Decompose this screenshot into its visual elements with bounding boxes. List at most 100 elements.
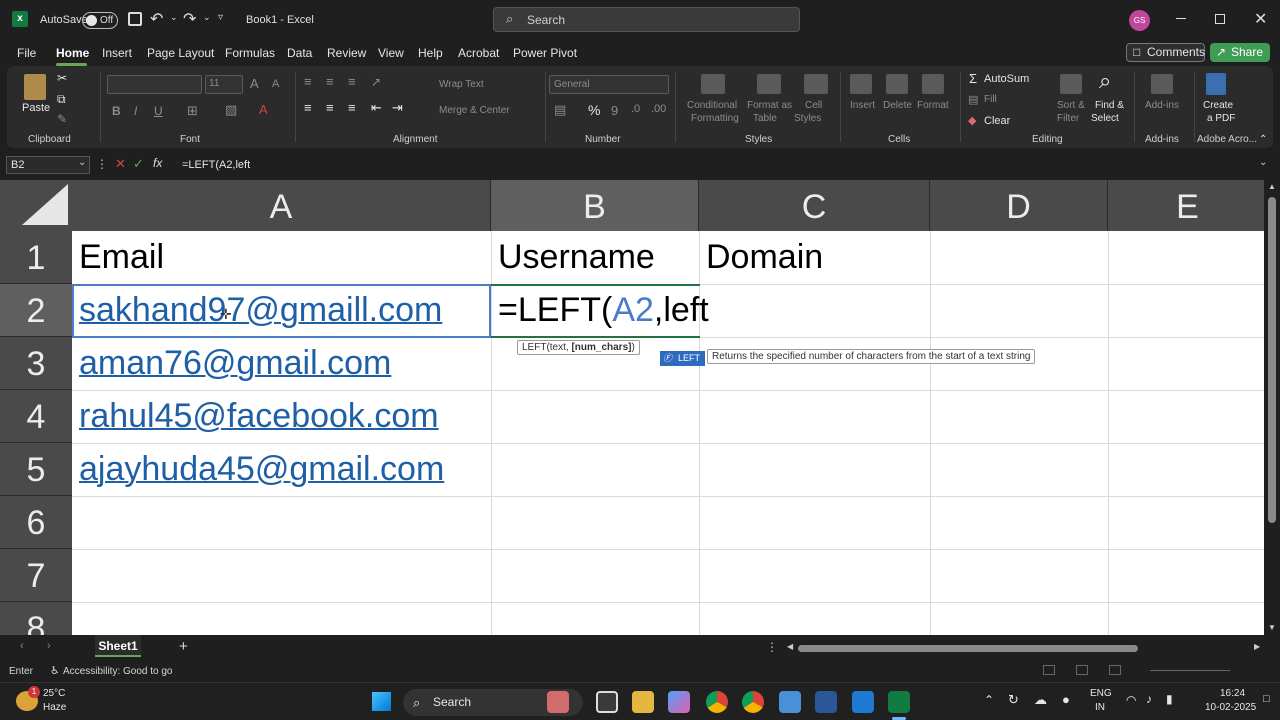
row-header-3[interactable]: 3 <box>0 337 72 390</box>
vscode-icon[interactable] <box>852 691 874 713</box>
format-cells-icon[interactable] <box>922 74 944 94</box>
redo-icon[interactable]: ↷ <box>183 9 196 29</box>
vertical-scroll-thumb[interactable] <box>1268 197 1276 523</box>
cell-a3[interactable]: aman76@gmail.com <box>72 337 391 390</box>
borders-icon[interactable]: ⊞ <box>187 103 198 119</box>
add-sheet-button[interactable]: + <box>179 638 188 655</box>
row-header-7[interactable]: 7 <box>0 549 72 602</box>
wifi-icon[interactable]: ◠ <box>1126 693 1136 707</box>
collapse-ribbon-icon[interactable]: ⌃ <box>1259 134 1267 145</box>
start-icon[interactable] <box>372 692 391 711</box>
fill-button[interactable]: Fill <box>984 94 997 105</box>
create-pdf-label2[interactable]: a PDF <box>1207 113 1235 124</box>
autocomplete-item[interactable]: Ⓕ LEFT <box>660 351 705 366</box>
eraser-icon[interactable]: ◆ <box>968 114 976 127</box>
prev-sheet-icon[interactable]: ‹ <box>20 640 24 652</box>
tab-file[interactable]: File <box>17 46 36 60</box>
clock-time[interactable]: 16:24 <box>1220 688 1245 699</box>
autosave-toggle[interactable]: Off <box>82 12 118 29</box>
search-highlight-icon[interactable] <box>547 691 569 713</box>
create-pdf-icon[interactable] <box>1206 73 1226 95</box>
tab-insert[interactable]: Insert <box>102 46 132 60</box>
bold-button[interactable]: B <box>112 104 121 118</box>
tab-data[interactable]: Data <box>287 46 312 60</box>
tab-home[interactable]: Home <box>56 46 89 60</box>
page-break-view-icon[interactable] <box>1109 665 1121 675</box>
tab-acrobat[interactable]: Acrobat <box>458 46 499 60</box>
row-header-5[interactable]: 5 <box>0 443 72 496</box>
currency-icon[interactable]: ▤ <box>554 102 566 118</box>
font-family-dropdown[interactable] <box>107 75 202 94</box>
cell-c1[interactable]: Domain <box>699 231 823 284</box>
row-header-4[interactable]: 4 <box>0 390 72 443</box>
cell-b2[interactable]: =LEFT(A2,left <box>491 284 709 337</box>
column-header-c[interactable]: C <box>699 180 930 231</box>
delete-cells-icon[interactable] <box>886 74 908 94</box>
comma-button[interactable]: 9 <box>611 103 618 118</box>
format-as-table-label[interactable]: Format as <box>747 100 792 111</box>
tab-page-layout[interactable]: Page Layout <box>147 46 214 60</box>
conditional-formatting-icon[interactable] <box>701 74 725 94</box>
tab-review[interactable]: Review <box>327 46 366 60</box>
vertical-scrollbar[interactable]: ▲ ▼ <box>1264 180 1280 635</box>
function-syntax-tooltip[interactable]: LEFT(text, [num_chars]) <box>517 340 640 355</box>
increase-font-icon[interactable]: A <box>250 76 259 91</box>
undo-icon[interactable]: ↶ <box>150 9 163 29</box>
conditional-formatting-label[interactable]: Conditional <box>687 100 737 111</box>
create-pdf-label[interactable]: Create <box>1203 100 1233 111</box>
avatar[interactable]: GS <box>1129 10 1150 31</box>
tray-cloud-icon[interactable]: ☁ <box>1034 692 1047 708</box>
horizontal-scroll-thumb[interactable] <box>798 645 1138 652</box>
tab-help[interactable]: Help <box>418 46 443 60</box>
bottom-align-icon[interactable]: ≡ <box>348 74 356 89</box>
column-header-e[interactable]: E <box>1108 180 1264 231</box>
name-box-dropdown-icon[interactable]: ⌄ <box>78 157 86 168</box>
find-select-icon[interactable]: ⌕ <box>1099 68 1111 94</box>
clock-date[interactable]: 10-02-2025 <box>1205 702 1256 713</box>
format-painter-icon[interactable]: ✎ <box>57 112 67 126</box>
code-editor-icon[interactable] <box>815 691 837 713</box>
volume-icon[interactable]: ♪ <box>1146 692 1152 706</box>
tab-power-pivot[interactable]: Power Pivot <box>513 46 577 60</box>
normal-view-icon[interactable] <box>1043 665 1055 675</box>
select-all-button[interactable] <box>0 180 72 231</box>
fill-color-icon[interactable]: ▧ <box>225 102 237 118</box>
orientation-icon[interactable]: ↗ <box>371 75 381 89</box>
add-ins-icon[interactable] <box>1151 74 1173 94</box>
more-options-icon[interactable]: ⋮ <box>96 157 108 171</box>
row-header-2[interactable]: 2 <box>0 284 72 337</box>
scroll-up-icon[interactable]: ▲ <box>1268 182 1276 191</box>
cell-a4[interactable]: rahul45@facebook.com <box>72 390 439 443</box>
align-right-icon[interactable]: ≡ <box>348 100 356 115</box>
decrease-decimal-icon[interactable]: .00 <box>651 103 666 115</box>
file-explorer-icon[interactable] <box>632 691 654 713</box>
clear-button[interactable]: Clear <box>984 115 1010 127</box>
find-select-label[interactable]: Find & <box>1095 100 1124 111</box>
font-size-dropdown[interactable]: 11 <box>205 75 243 94</box>
tab-formulas[interactable]: Formulas <box>225 46 275 60</box>
decrease-indent-icon[interactable]: ⇤ <box>371 100 382 116</box>
percent-button[interactable]: % <box>588 102 600 118</box>
sheet-tab-sheet1[interactable]: Sheet1 <box>95 635 141 657</box>
undo-dropdown-icon[interactable]: ⌄ <box>170 12 178 23</box>
formula-input[interactable]: =LEFT(A2,left <box>176 156 1266 174</box>
delete-cells-label[interactable]: Delete <box>883 100 912 111</box>
scroll-right-icon[interactable]: ▶ <box>1254 642 1260 651</box>
conditional-formatting-label2[interactable]: Formatting <box>691 113 739 124</box>
cell-a2[interactable]: sakhand97@gmaill.com <box>72 284 442 337</box>
copilot-icon[interactable] <box>668 691 690 713</box>
increase-decimal-icon[interactable]: .0 <box>631 103 640 115</box>
align-center-icon[interactable]: ≡ <box>326 100 334 115</box>
cell-a5[interactable]: ajayhuda45@gmail.com <box>72 443 444 496</box>
more-options-icon[interactable]: ⋮ <box>766 640 778 654</box>
column-header-a[interactable]: A <box>72 180 491 231</box>
row-header-1[interactable]: 1 <box>0 231 72 284</box>
cell-styles-label2[interactable]: Styles <box>794 113 821 124</box>
decrease-font-icon[interactable]: A <box>272 78 279 90</box>
notification-icon[interactable]: □ <box>1263 693 1270 705</box>
column-header-b[interactable]: B <box>491 180 699 231</box>
sort-filter-label2[interactable]: Filter <box>1057 113 1079 124</box>
accessibility-icon[interactable]: ♿ <box>50 664 60 677</box>
column-header-d[interactable]: D <box>930 180 1108 231</box>
accessibility-status[interactable]: Accessibility: Good to go <box>63 666 173 677</box>
